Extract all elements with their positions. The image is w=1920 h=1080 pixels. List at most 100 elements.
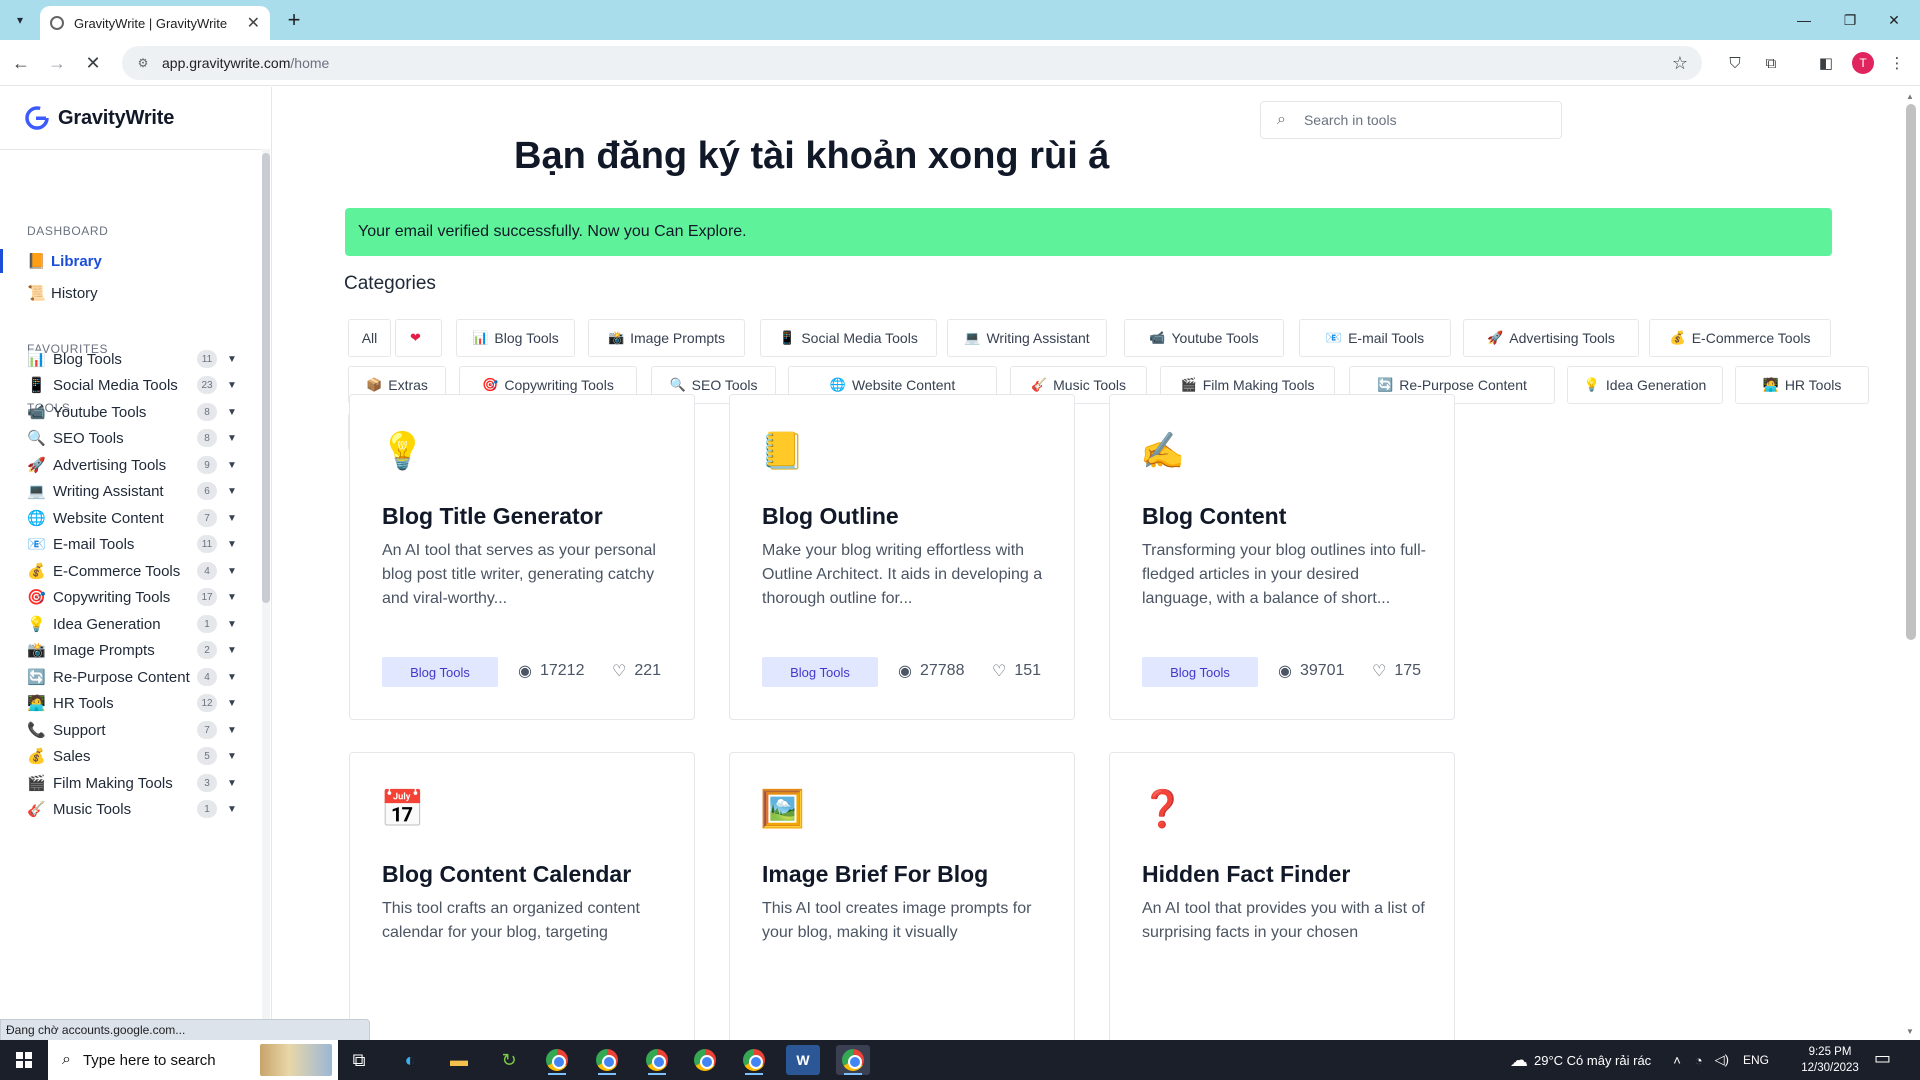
sidebar-tool-sales[interactable]: 💰 Sales 5 ▼: [0, 741, 255, 771]
weather-text[interactable]: 29°C Có mây rải rác: [1534, 1053, 1651, 1068]
sidebar-tool-e-mail-tools[interactable]: 📧 E-mail Tools 11 ▼: [0, 529, 255, 559]
category-chip-advertising-tools[interactable]: 🚀 Advertising Tools: [1463, 319, 1639, 357]
tab-search-icon[interactable]: ▾: [8, 8, 32, 32]
forward-icon[interactable]: →: [44, 50, 70, 76]
page-scrollbar-thumb[interactable]: [1906, 104, 1916, 640]
chevron-down-icon[interactable]: ▼: [225, 380, 239, 391]
chevron-down-icon[interactable]: ▼: [225, 778, 239, 789]
stop-loading-icon[interactable]: ✕: [80, 50, 106, 76]
task-view-icon[interactable]: ⧉: [342, 1045, 376, 1075]
site-info-icon[interactable]: ⚙: [136, 56, 150, 70]
category-chip-all[interactable]: All: [348, 319, 391, 357]
scroll-up-arrow-icon[interactable]: ▲: [1906, 92, 1914, 101]
language-indicator[interactable]: ENG: [1743, 1053, 1769, 1067]
volume-icon[interactable]: ◁): [1715, 1052, 1729, 1068]
tray-chevron-icon[interactable]: ˄: [1673, 1053, 1681, 1068]
sidebar-scrollbar-thumb[interactable]: [262, 153, 270, 603]
network-icon[interactable]: ◔: [1695, 1053, 1703, 1068]
category-chip-youtube-tools[interactable]: 📹 Youtube Tools: [1124, 319, 1284, 357]
chevron-down-icon[interactable]: ▼: [225, 645, 239, 656]
chevron-down-icon[interactable]: ▼: [225, 486, 239, 497]
chrome-profile-icon[interactable]: [640, 1045, 674, 1075]
minimize-icon[interactable]: —: [1790, 8, 1818, 32]
sidebar-item-history[interactable]: 📜 History: [0, 279, 255, 307]
browser-menu-icon[interactable]: ⋮: [1886, 52, 1908, 74]
category-chip-favourites[interactable]: ❤: [395, 319, 442, 357]
tool-card-likes[interactable]: ♡ 151: [992, 661, 1041, 681]
tool-card-hidden-fact-finder[interactable]: ❓ Hidden Fact Finder An AI tool that provi…: [1109, 752, 1455, 1078]
chevron-down-icon[interactable]: ▼: [225, 804, 239, 815]
chevron-down-icon[interactable]: ▼: [225, 698, 239, 709]
tool-card-image-brief-for-blog[interactable]: 🖼️ Image Brief For Blog This AI tool creat…: [729, 752, 1075, 1078]
chrome-profile-icon[interactable]: [737, 1045, 771, 1075]
chevron-down-icon[interactable]: ▼: [225, 433, 239, 444]
chevron-down-icon[interactable]: ▼: [225, 566, 239, 577]
tool-card-likes[interactable]: ♡ 175: [1372, 661, 1421, 681]
edge-icon[interactable]: ◐: [393, 1045, 427, 1075]
logo[interactable]: GravityWrite: [24, 105, 174, 131]
chrome-profile-icon[interactable]: [688, 1045, 722, 1075]
chevron-down-icon[interactable]: ▼: [225, 513, 239, 524]
chevron-down-icon[interactable]: ▼: [225, 672, 239, 683]
chrome-icon[interactable]: [540, 1045, 574, 1075]
tool-card-category-tag[interactable]: Blog Tools: [382, 657, 498, 687]
file-explorer-icon[interactable]: ▬: [442, 1045, 476, 1075]
search-box[interactable]: ⌕: [1260, 101, 1562, 139]
close-window-icon[interactable]: ✕: [1880, 8, 1908, 32]
sidebar-tool-label: E-Commerce Tools: [53, 562, 181, 580]
chrome-profile-icon[interactable]: [590, 1045, 624, 1075]
sidebar-tool-social-media-tools[interactable]: 📱 Social Media Tools 23 ▼: [0, 370, 255, 400]
side-panel-icon[interactable]: ◧: [1815, 52, 1837, 74]
chevron-down-icon[interactable]: ▼: [225, 725, 239, 736]
chevron-down-icon[interactable]: ▼: [225, 751, 239, 762]
restore-icon[interactable]: ❐: [1836, 8, 1864, 32]
sidebar-tool-writing-assistant[interactable]: 💻 Writing Assistant 6 ▼: [0, 476, 255, 506]
sidebar-tool-hr-tools[interactable]: 🧑‍💻 HR Tools 12 ▼: [0, 688, 255, 718]
category-chip-social-media-tools[interactable]: 📱 Social Media Tools: [760, 319, 937, 357]
tool-card-blog-content-calendar[interactable]: 📅 Blog Content Calendar This tool crafts a…: [349, 752, 695, 1078]
chevron-down-icon[interactable]: ▼: [225, 407, 239, 418]
category-chip-image-prompts[interactable]: 📸 Image Prompts: [588, 319, 745, 357]
refresh-app-icon[interactable]: ↻: [492, 1045, 526, 1075]
category-chip-hr-tools[interactable]: 🧑‍💻 HR Tools: [1735, 366, 1869, 404]
new-tab-icon[interactable]: +: [282, 7, 306, 32]
category-chip-e-mail-tools[interactable]: 📧 E-mail Tools: [1299, 319, 1451, 357]
search-input[interactable]: [1303, 112, 1534, 128]
sidebar-tool-image-prompts[interactable]: 📸 Image Prompts 2 ▼: [0, 635, 255, 665]
start-button[interactable]: [0, 1040, 48, 1080]
tool-card-likes[interactable]: ♡ 221: [612, 661, 661, 681]
tool-card-blog-content[interactable]: ✍️ Blog Content Transforming your blog out…: [1109, 394, 1455, 720]
back-icon[interactable]: ←: [8, 50, 34, 76]
tool-card-blog-outline[interactable]: 📒 Blog Outline Make your blog writing effo…: [729, 394, 1075, 720]
sidebar-tool-seo-tools[interactable]: 🔍 SEO Tools 8 ▼: [0, 423, 255, 453]
tool-card-blog-title-generator[interactable]: 💡 Blog Title Generator An AI tool that ser…: [349, 394, 695, 720]
extensions-puzzle-icon[interactable]: ⧉: [1760, 52, 1782, 74]
sidebar-item-library[interactable]: 📙 Library: [0, 247, 255, 275]
word-icon[interactable]: W: [786, 1045, 820, 1075]
close-tab-icon[interactable]: ✕: [247, 13, 260, 33]
weather-cloud-icon[interactable]: ☁: [1510, 1050, 1528, 1071]
scroll-down-arrow-icon[interactable]: ▼: [1906, 1027, 1914, 1036]
chrome-active-icon[interactable]: [836, 1045, 870, 1075]
chevron-down-icon[interactable]: ▼: [225, 539, 239, 550]
category-chip-idea-generation[interactable]: 💡 Idea Generation: [1567, 366, 1723, 404]
taskbar-search[interactable]: ⌕ Type here to search: [48, 1040, 338, 1080]
category-chip-writing-assistant[interactable]: 💻 Writing Assistant: [947, 319, 1107, 357]
notification-icon[interactable]: ▭: [1874, 1048, 1891, 1069]
sidebar-tool-music-tools[interactable]: 🎸 Music Tools 1 ▼: [0, 794, 255, 824]
tool-card-category-tag[interactable]: Blog Tools: [762, 657, 878, 687]
chevron-down-icon[interactable]: ▼: [225, 354, 239, 365]
sidebar-tool-copywriting-tools[interactable]: 🎯 Copywriting Tools 17 ▼: [0, 582, 255, 612]
profile-avatar[interactable]: T: [1852, 52, 1874, 74]
browser-tab[interactable]: GravityWrite | GravityWrite ✕: [40, 6, 270, 40]
shield-extension-icon[interactable]: ⛉: [1724, 52, 1746, 74]
chevron-down-icon[interactable]: ▼: [225, 592, 239, 603]
bookmark-star-icon[interactable]: ☆: [1672, 53, 1688, 74]
tool-card-category-tag[interactable]: Blog Tools: [1142, 657, 1258, 687]
category-chip-blog-tools[interactable]: 📊 Blog Tools: [456, 319, 575, 357]
address-bar[interactable]: ⚙ app.gravitywrite.com/home ☆: [122, 46, 1702, 80]
chevron-down-icon[interactable]: ▼: [225, 619, 239, 630]
category-chip-e-commerce-tools[interactable]: 💰 E-Commerce Tools: [1649, 319, 1831, 357]
clock[interactable]: 9:25 PM 12/30/2023: [1800, 1044, 1860, 1076]
chevron-down-icon[interactable]: ▼: [225, 460, 239, 471]
